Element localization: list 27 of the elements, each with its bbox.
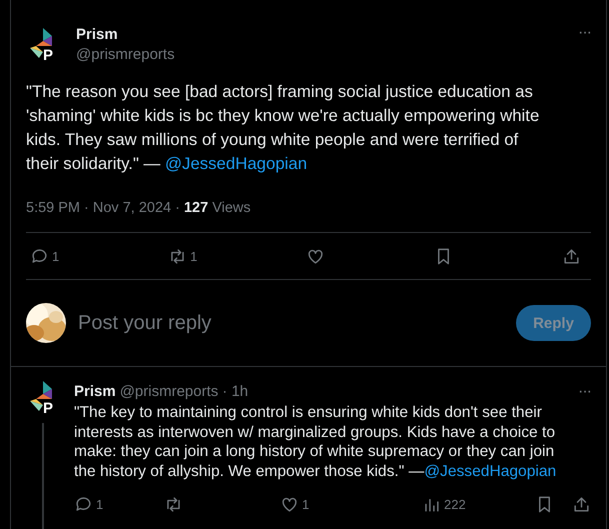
- reply-action[interactable]: 1: [74, 495, 164, 514]
- mention-link[interactable]: @JessedHagopian: [424, 462, 556, 480]
- mention-link[interactable]: @JessedHagopian: [165, 154, 308, 173]
- repost-action[interactable]: 1: [168, 246, 198, 266]
- author-handle[interactable]: @prismreports: [76, 46, 558, 63]
- heart-icon: [280, 495, 299, 514]
- reply-action[interactable]: 1: [30, 246, 60, 266]
- share-icon: [562, 246, 581, 266]
- author-name[interactable]: Prism: [76, 26, 558, 43]
- post-text: "The key to maintaining control is ensuring white kids don't see their interests as interwoven w/ marginalized groups. Kids have a choice to make: they can join a long history of white supremacy or they can join the history of allyship. We empower those kids." —@JessedHagopian: [74, 403, 558, 482]
- post-text: "The reason you see [bad actors] framing social justice education as 'shaming' white kids is bc they know we're actually empowering white kids. They saw millions of young white people and were terrified of their solidarity." — @JessedHagopian: [26, 81, 540, 175]
- speech-bubble-icon: [30, 246, 49, 266]
- share-action[interactable]: [572, 495, 591, 514]
- like-action[interactable]: 1: [280, 495, 422, 514]
- share-icon: [572, 495, 591, 514]
- author-handle[interactable]: @prismreports: [120, 383, 218, 400]
- share-action[interactable]: [562, 246, 581, 266]
- logo-letter: P: [43, 48, 54, 64]
- post-time: · 1h: [222, 383, 248, 400]
- views-action[interactable]: 222: [422, 495, 466, 514]
- more-button[interactable]: ···: [578, 24, 591, 42]
- logo-letter: P: [43, 401, 54, 417]
- reply-input-field[interactable]: Post your reply: [76, 310, 506, 336]
- repost-icon: [164, 495, 183, 514]
- author-name[interactable]: Prism: [74, 383, 116, 400]
- more-button[interactable]: ···: [578, 383, 591, 401]
- post-meta: 5:59 PM · Nov 7, 2024 · 127 Views: [26, 200, 252, 216]
